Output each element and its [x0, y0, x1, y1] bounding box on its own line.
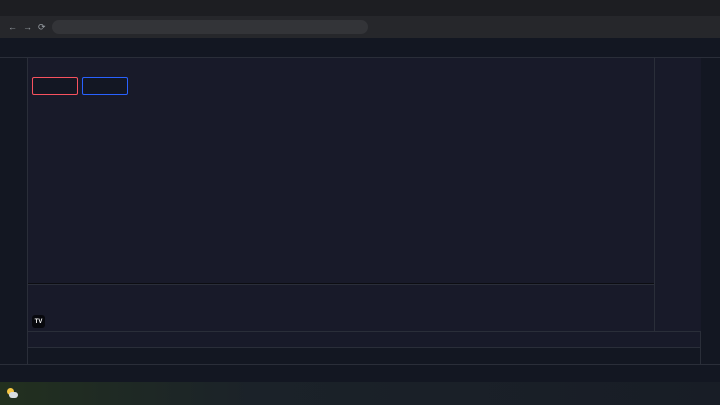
order-widget [32, 77, 128, 95]
weather-icon [6, 387, 19, 400]
back-icon[interactable]: ← [8, 22, 17, 32]
browser-tab-strip [0, 0, 720, 16]
macd-pane[interactable] [28, 284, 654, 332]
windows-taskbar [0, 382, 720, 405]
range-toolbar [28, 347, 700, 364]
range-toolbar-right [670, 347, 686, 364]
browser-address-bar: ← → ⟳ [0, 16, 720, 38]
weather-widget[interactable] [0, 387, 23, 400]
tv-toolbar [0, 38, 720, 58]
buy-button[interactable] [82, 77, 128, 95]
price-axis[interactable] [654, 58, 701, 331]
time-axis[interactable] [28, 331, 700, 348]
tv-right-sidebar [700, 58, 720, 364]
url-field[interactable] [51, 20, 368, 34]
tv-left-drawing-toolbar [0, 58, 28, 364]
bottom-panel-tabs [0, 364, 720, 382]
refresh-icon[interactable]: ⟳ [38, 22, 46, 33]
tradingview-logo[interactable]: TV [32, 315, 45, 328]
forward-icon[interactable]: → [23, 22, 32, 32]
screen: ← → ⟳ TV [0, 0, 720, 405]
sell-button[interactable] [32, 77, 78, 95]
